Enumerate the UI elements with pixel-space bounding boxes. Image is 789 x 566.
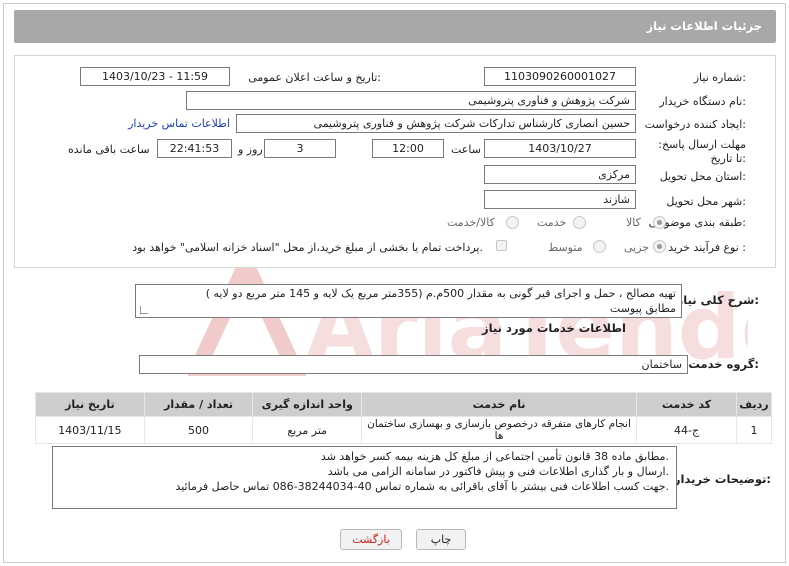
service-group-field[interactable]: ساختمان [139, 355, 688, 374]
cell-service-code: ج-44 [636, 416, 737, 444]
page-header: جزئیات اطلاعات نیاز [14, 10, 776, 43]
purchase-option-minor: جزیی [624, 241, 650, 254]
col-code-header: کد خدمت [636, 392, 737, 417]
days-remaining-field[interactable]: 3 [264, 139, 336, 158]
creator-field[interactable]: حسین انصاری کارشناس تدارکات شرکت پژوهش و… [236, 114, 636, 133]
summary-line-2: مطابق پیوست [609, 302, 676, 315]
print-button[interactable]: چاپ [416, 529, 466, 550]
notes-line-3: جهت کسب اطلاعات فنی بیشتر با آقای باقرائ… [175, 480, 669, 493]
category-option-goods: کالا [626, 216, 641, 229]
city-label: شهر محل تحویل: [666, 195, 746, 208]
city-field[interactable]: شازند [484, 190, 636, 209]
category-option-goods-service: کالا/خدمت [447, 216, 495, 229]
cell-service-name: انجام کارهای متفرقه درخصوص بازسازی و بهس… [361, 416, 638, 444]
category-radio-service[interactable] [573, 216, 586, 229]
col-qty-header: تعداد / مقدار [143, 392, 254, 417]
purchase-radio-medium[interactable] [593, 240, 606, 253]
deadline-label: مهلت ارسال پاسخ: تا تاریخ: [658, 138, 746, 165]
cell-unit: متر مربع [252, 416, 363, 444]
services-table-header: ردیف کد خدمت نام خدمت واحد اندازه گیری ت… [35, 392, 772, 417]
province-label: استان محل تحویل: [659, 170, 746, 183]
resize-handle-icon[interactable] [140, 306, 148, 314]
summary-label: شرح کلی نیاز: [676, 293, 759, 307]
notes-line-1: مطابق ماده 38 قانون تأمین اجتماعی از مبل… [320, 450, 669, 463]
cell-need-date: 1403/11/15 [35, 416, 145, 444]
buyer-org-field[interactable]: شرکت پژوهش و فناوری پتروشیمی [186, 91, 636, 110]
deadline-time-label: ساعت [451, 143, 481, 156]
category-radio-goods[interactable] [653, 216, 666, 229]
col-unit-header: واحد اندازه گیری [252, 392, 363, 417]
cell-quantity: 500 [143, 416, 254, 444]
buyer-org-label: نام دستگاه خریدار: [659, 95, 746, 108]
col-name-header: نام خدمت [361, 392, 638, 417]
col-date-header: تاریخ نیاز [35, 392, 145, 417]
treasury-payment-note: پرداخت تمام یا بخشی از مبلغ خرید،از محل … [132, 241, 483, 254]
time-remaining-label: ساعت باقی مانده [68, 143, 150, 156]
purchase-option-medium: متوسط [548, 241, 583, 254]
buyer-notes-box[interactable]: مطابق ماده 38 قانون تأمین اجتماعی از مبل… [52, 446, 677, 509]
page-title: جزئیات اطلاعات نیاز [646, 19, 762, 33]
summary-line-1: تهیه مصالح ، حمل و اجرای قیر گونی به مقد… [205, 287, 676, 300]
service-group-label: گروه خدمت: [688, 357, 759, 371]
purchase-type-label: نوع فرآیند خرید : [668, 241, 746, 254]
need-number-field[interactable]: 1103090260001027 [484, 67, 636, 86]
summary-textarea[interactable]: تهیه مصالح ، حمل و اجرای قیر گونی به مقد… [135, 284, 682, 318]
buyer-contact-link[interactable]: اطلاعات تماس خریدار [128, 117, 230, 130]
services-table: ردیف کد خدمت نام خدمت واحد اندازه گیری ت… [35, 392, 772, 444]
need-number-label: شماره نیاز: [693, 71, 746, 84]
time-remaining-field[interactable]: 22:41:53 [157, 139, 232, 158]
cell-row-number: 1 [736, 416, 772, 444]
buyer-notes-label: توضیحات خریدار: [673, 472, 771, 486]
notes-line-2: ارسال و بار گذاری اطلاعات فنی و پیش فاکت… [327, 465, 669, 478]
deadline-date-field[interactable]: 1403/10/27 [484, 139, 636, 158]
province-field[interactable]: مرکزی [484, 165, 636, 184]
announce-date-label: تاریخ و ساعت اعلان عمومی: [248, 71, 381, 84]
deadline-time-field[interactable]: 12:00 [372, 139, 444, 158]
announce-date-field[interactable]: 1403/10/23 - 11:59 [80, 67, 230, 86]
back-button[interactable]: بازگشت [340, 529, 402, 550]
table-row: 1 ج-44 انجام کارهای متفرقه درخصوص بازساز… [35, 416, 772, 444]
category-option-service: خدمت [537, 216, 567, 229]
creator-label: ایجاد کننده درخواست: [644, 118, 746, 131]
days-label: روز و [238, 143, 263, 156]
services-section-title: اطلاعات خدمات مورد نیاز [482, 321, 626, 335]
col-row-header: ردیف [736, 392, 772, 417]
purchase-radio-minor[interactable] [653, 240, 666, 253]
category-radio-goods-service[interactable] [506, 216, 519, 229]
treasury-checkbox[interactable] [496, 240, 507, 251]
